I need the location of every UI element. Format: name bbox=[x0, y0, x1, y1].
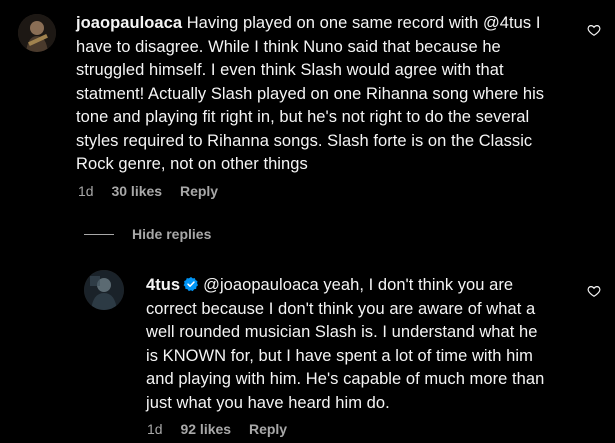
comment-line: tone and playing fit right in, but he's … bbox=[76, 108, 530, 126]
reply-likes[interactable]: 92 likes bbox=[180, 421, 231, 437]
reply-meta: 1d 92 likes Reply bbox=[147, 421, 301, 437]
comment-body: joaopauloaca Having played on one same r… bbox=[76, 12, 576, 177]
comment-line: Rock genre, not on other things bbox=[76, 155, 308, 173]
heart-icon[interactable] bbox=[587, 23, 601, 37]
hide-replies-button[interactable]: Hide replies bbox=[84, 226, 211, 242]
avatar-joaopauloaca[interactable] bbox=[18, 14, 56, 52]
reply-line: just what you have heard him do. bbox=[146, 393, 390, 412]
comment-likes[interactable]: 30 likes bbox=[111, 183, 162, 199]
reply-time: 1d bbox=[147, 421, 163, 437]
comment-line: struggled himself. I even think Slash wo… bbox=[76, 61, 504, 79]
comment-line: styles required to Rihanna songs. Slash … bbox=[76, 131, 533, 150]
reply-line: is KNOWN for, but I have spent a lot of … bbox=[146, 346, 533, 365]
reply-line: and playing with him. He's capable of mu… bbox=[146, 370, 545, 388]
reply-username[interactable]: 4tus bbox=[146, 276, 180, 294]
comment-time: 1d bbox=[78, 183, 94, 199]
comment-line: statment! Actually Slash played on one R… bbox=[76, 84, 545, 103]
replies-divider bbox=[84, 233, 114, 235]
reply-line: yeah, I don't think you are bbox=[323, 276, 514, 294]
hide-replies-label: Hide replies bbox=[132, 226, 212, 242]
verified-badge-icon bbox=[183, 277, 199, 292]
reply-reply-button[interactable]: Reply bbox=[249, 421, 287, 437]
reply-line: well rounded musician Slash is. I unders… bbox=[146, 323, 538, 341]
comment-username[interactable]: joaopauloaca bbox=[76, 14, 182, 32]
comment-line: Having played on one same record with @4… bbox=[186, 14, 541, 32]
reply-line: correct because I don't think you are aw… bbox=[146, 299, 536, 318]
comment-line: have to disagree. While I think Nuno sai… bbox=[76, 37, 501, 56]
comment-meta: 1d 30 likes Reply bbox=[78, 183, 232, 199]
avatar-4tus[interactable] bbox=[84, 270, 124, 310]
avatar-image bbox=[18, 14, 56, 52]
comment-reply-button[interactable]: Reply bbox=[180, 183, 218, 199]
reply-body: 4tus @joaopauloaca yeah, I don't think y… bbox=[146, 274, 586, 415]
avatar-image bbox=[84, 270, 124, 310]
heart-icon[interactable] bbox=[587, 284, 601, 298]
reply-mention-link[interactable]: @joaopauloaca bbox=[203, 276, 319, 294]
